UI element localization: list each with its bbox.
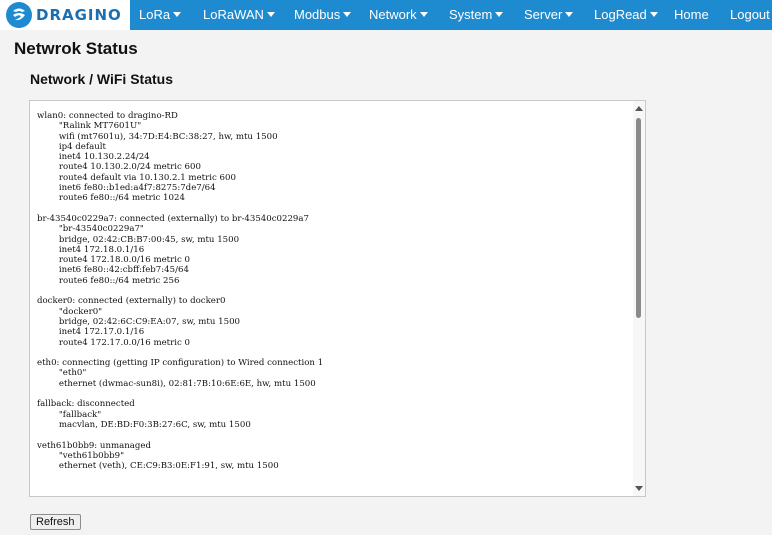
nav-item-label: Network: [369, 7, 417, 22]
nav-item-system[interactable]: System: [449, 0, 504, 30]
scroll-thumb[interactable]: [636, 118, 641, 318]
caret-down-icon: [495, 12, 504, 18]
nav-item-server[interactable]: Server: [524, 0, 574, 30]
nav-item-label: Modbus: [294, 7, 341, 22]
nav-item-modbus[interactable]: Modbus: [294, 0, 352, 30]
top-navbar: DRAGINO LoRa LoRaWAN Modbus Network Syst…: [0, 0, 772, 30]
network-status-output: wlan0: connected to dragino-RD "Ralink M…: [37, 111, 324, 472]
caret-down-icon: [419, 12, 428, 18]
caret-down-icon: [266, 12, 275, 18]
caret-down-icon: [565, 12, 574, 18]
nav-item-label: LogRead: [594, 7, 647, 22]
refresh-button[interactable]: Refresh: [30, 514, 81, 530]
nav-item-label: LoRaWAN: [203, 7, 264, 22]
nav-item-label: Server: [524, 7, 563, 22]
nav-item-lora[interactable]: LoRa: [139, 0, 182, 30]
nav-item-logout[interactable]: Logout: [730, 0, 770, 30]
nav-item-home[interactable]: Home: [674, 0, 709, 30]
brand-logo[interactable]: DRAGINO: [0, 0, 130, 30]
nav-item-network[interactable]: Network: [369, 0, 428, 30]
dragino-logo-icon: [6, 2, 32, 28]
section-title: Network / WiFi Status: [30, 71, 174, 87]
nav-item-lorawan[interactable]: LoRaWAN: [203, 0, 275, 30]
caret-down-icon: [343, 12, 352, 18]
network-status-textarea[interactable]: wlan0: connected to dragino-RD "Ralink M…: [29, 100, 646, 497]
nav-item-label: Logout: [730, 7, 770, 22]
scroll-up-arrow-icon[interactable]: [635, 106, 643, 111]
nav-item-label: Home: [674, 7, 709, 22]
page-title: Netwrok Status: [14, 39, 138, 58]
caret-down-icon: [173, 12, 182, 18]
vertical-scrollbar[interactable]: [633, 101, 645, 496]
nav-item-logread[interactable]: LogRead: [594, 0, 658, 30]
brand-logo-text: DRAGINO: [36, 6, 122, 24]
nav-item-label: LoRa: [139, 7, 171, 22]
scroll-down-arrow-icon[interactable]: [635, 486, 643, 491]
nav-item-label: System: [449, 7, 493, 22]
caret-down-icon: [649, 12, 658, 18]
